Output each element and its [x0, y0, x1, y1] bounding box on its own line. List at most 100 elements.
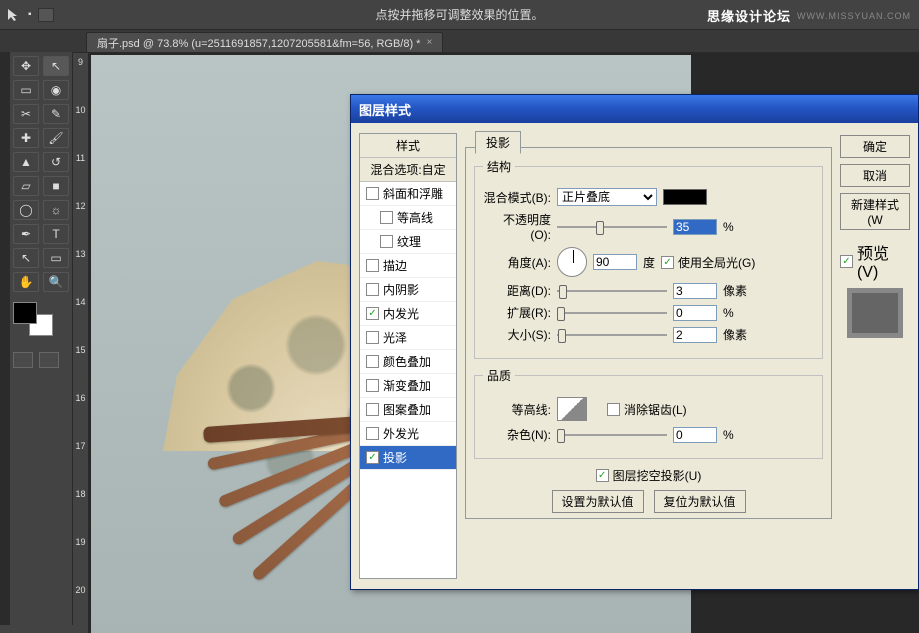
tool-healing[interactable]: ✚ [13, 128, 39, 148]
effect-label: 内阴影 [383, 281, 419, 298]
tool-pen[interactable]: ✒ [13, 224, 39, 244]
foreground-color[interactable] [13, 302, 37, 324]
direct-selection-tool-icon[interactable] [6, 8, 22, 22]
tool-type[interactable]: T [43, 224, 69, 244]
effect-item-5[interactable]: ✓内发光 [360, 302, 456, 326]
dialog-titlebar[interactable]: 图层样式 [351, 95, 918, 123]
effect-item-2[interactable]: 纹理 [360, 230, 456, 254]
effect-item-4[interactable]: 内阴影 [360, 278, 456, 302]
angle-label: 角度(A): [483, 254, 551, 271]
effect-checkbox[interactable] [366, 187, 379, 200]
tool-direct-select[interactable]: ↖ [43, 56, 69, 76]
contour-label: 等高线: [483, 401, 551, 418]
tab-close-icon[interactable]: × [426, 37, 432, 48]
effect-item-0[interactable]: 斜面和浮雕 [360, 182, 456, 206]
opacity-slider[interactable] [557, 219, 667, 235]
effect-item-7[interactable]: 颜色叠加 [360, 350, 456, 374]
angle-dial[interactable] [557, 247, 587, 277]
effect-checkbox[interactable] [380, 235, 393, 248]
noise-label: 杂色(N): [483, 426, 551, 443]
spread-input[interactable] [673, 305, 717, 321]
effect-item-9[interactable]: 图案叠加 [360, 398, 456, 422]
option-swatch-icon[interactable] [38, 8, 54, 22]
effect-checkbox[interactable] [380, 211, 393, 224]
tool-move[interactable]: ✥ [13, 56, 39, 76]
noise-slider[interactable] [557, 427, 667, 443]
knockout-checkbox[interactable]: ✓图层挖空投影(U) [596, 467, 702, 484]
tool-lasso[interactable]: ◉ [43, 80, 69, 100]
cancel-button[interactable]: 取消 [840, 164, 910, 187]
effect-item-6[interactable]: 光泽 [360, 326, 456, 350]
ruler-tick: 15 [75, 345, 85, 393]
effect-checkbox[interactable] [366, 379, 379, 392]
global-light-checkbox[interactable]: ✓使用全局光(G) [661, 254, 755, 271]
size-input[interactable] [673, 327, 717, 343]
ruler-vertical[interactable]: 9 10 11 12 13 14 15 16 17 18 19 20 [73, 53, 89, 633]
structure-group: 结构 混合模式(B): 正片叠底 不透明度(O): % 角度(A): [474, 158, 823, 359]
contour-picker[interactable] [557, 397, 587, 421]
tool-eyedropper[interactable]: ✎ [43, 104, 69, 124]
tool-blur[interactable]: ◯ [13, 200, 39, 220]
tool-hand[interactable]: ✋ [13, 272, 39, 292]
effect-settings: 投影 结构 混合模式(B): 正片叠底 不透明度(O): % [465, 133, 832, 579]
ruler-tick: 18 [75, 489, 85, 537]
preview-checkbox[interactable]: ✓预览(V) [840, 240, 910, 282]
shadow-color-swatch[interactable] [663, 189, 707, 205]
effect-checkbox[interactable] [366, 259, 379, 272]
spread-label: 扩展(R): [483, 304, 551, 321]
tool-shape[interactable]: ▭ [43, 248, 69, 268]
effect-item-11[interactable]: ✓投影 [360, 446, 456, 470]
effect-item-8[interactable]: 渐变叠加 [360, 374, 456, 398]
separator-icon: ▪ [28, 9, 32, 20]
watermark: 思缘设计论坛 WWW.MISSYUAN.COM [707, 6, 911, 25]
effect-checkbox[interactable] [366, 355, 379, 368]
make-default-button[interactable]: 设置为默认值 [552, 490, 644, 513]
color-swatches[interactable] [13, 302, 57, 336]
tool-brush[interactable]: 🖌 [43, 128, 69, 148]
styles-header[interactable]: 样式 [360, 134, 456, 158]
blend-options-header[interactable]: 混合选项:自定 [360, 158, 456, 182]
quick-mask-icon[interactable] [13, 352, 33, 368]
new-style-button[interactable]: 新建样式(W [840, 193, 910, 230]
blend-mode-select[interactable]: 正片叠底 [557, 188, 657, 206]
effect-checkbox[interactable] [366, 331, 379, 344]
effect-label: 斜面和浮雕 [383, 185, 443, 202]
document-tab[interactable]: 扇子.psd @ 73.8% (u=2511691857,1207205581&… [86, 32, 443, 52]
effect-checkbox[interactable] [366, 283, 379, 296]
tool-history-brush[interactable]: ↺ [43, 152, 69, 172]
tool-stamp[interactable]: ▲ [13, 152, 39, 172]
effects-list: 样式 混合选项:自定 斜面和浮雕等高线纹理描边内阴影 ✓内发光光泽颜色叠加渐变叠加… [359, 133, 457, 579]
document-tab-title: 扇子.psd @ 73.8% (u=2511691857,1207205581&… [97, 35, 420, 51]
effect-item-1[interactable]: 等高线 [360, 206, 456, 230]
tool-path-select[interactable]: ↖ [13, 248, 39, 268]
tool-zoom[interactable]: 🔍 [43, 272, 69, 292]
tool-crop[interactable]: ✂ [13, 104, 39, 124]
angle-input[interactable] [593, 254, 637, 270]
screen-mode-icon[interactable] [39, 352, 59, 368]
tool-eraser[interactable]: ▱ [13, 176, 39, 196]
tool-gradient[interactable]: ■ [43, 176, 69, 196]
ruler-tick: 16 [75, 393, 85, 441]
distance-slider[interactable] [557, 283, 667, 299]
tool-marquee[interactable]: ▭ [13, 80, 39, 100]
size-slider[interactable] [557, 327, 667, 343]
reset-default-button[interactable]: 复位为默认值 [654, 490, 746, 513]
ok-button[interactable]: 确定 [840, 135, 910, 158]
layer-style-dialog: 图层样式 样式 混合选项:自定 斜面和浮雕等高线纹理描边内阴影 ✓内发光光泽颜色叠… [350, 94, 919, 590]
effect-item-10[interactable]: 外发光 [360, 422, 456, 446]
effect-checkbox[interactable] [366, 403, 379, 416]
distance-unit: 像素 [723, 282, 747, 299]
antialias-checkbox[interactable]: 消除锯齿(L) [607, 401, 687, 418]
effect-checkbox[interactable]: ✓ [366, 307, 379, 320]
effect-checkbox[interactable] [366, 427, 379, 440]
distance-input[interactable] [673, 283, 717, 299]
tool-dodge[interactable]: ☼ [43, 200, 69, 220]
spread-slider[interactable] [557, 305, 667, 321]
dialog-buttons: 确定 取消 新建样式(W ✓预览(V) [840, 133, 910, 579]
effect-item-3[interactable]: 描边 [360, 254, 456, 278]
ruler-tick: 10 [75, 105, 85, 153]
toolbox: ✥↖ ▭◉ ✂✎ ✚🖌 ▲↺ ▱■ ◯☼ ✒T ↖▭ ✋🔍 [10, 52, 73, 625]
effect-checkbox[interactable]: ✓ [366, 451, 379, 464]
opacity-input[interactable] [673, 219, 717, 235]
noise-input[interactable] [673, 427, 717, 443]
